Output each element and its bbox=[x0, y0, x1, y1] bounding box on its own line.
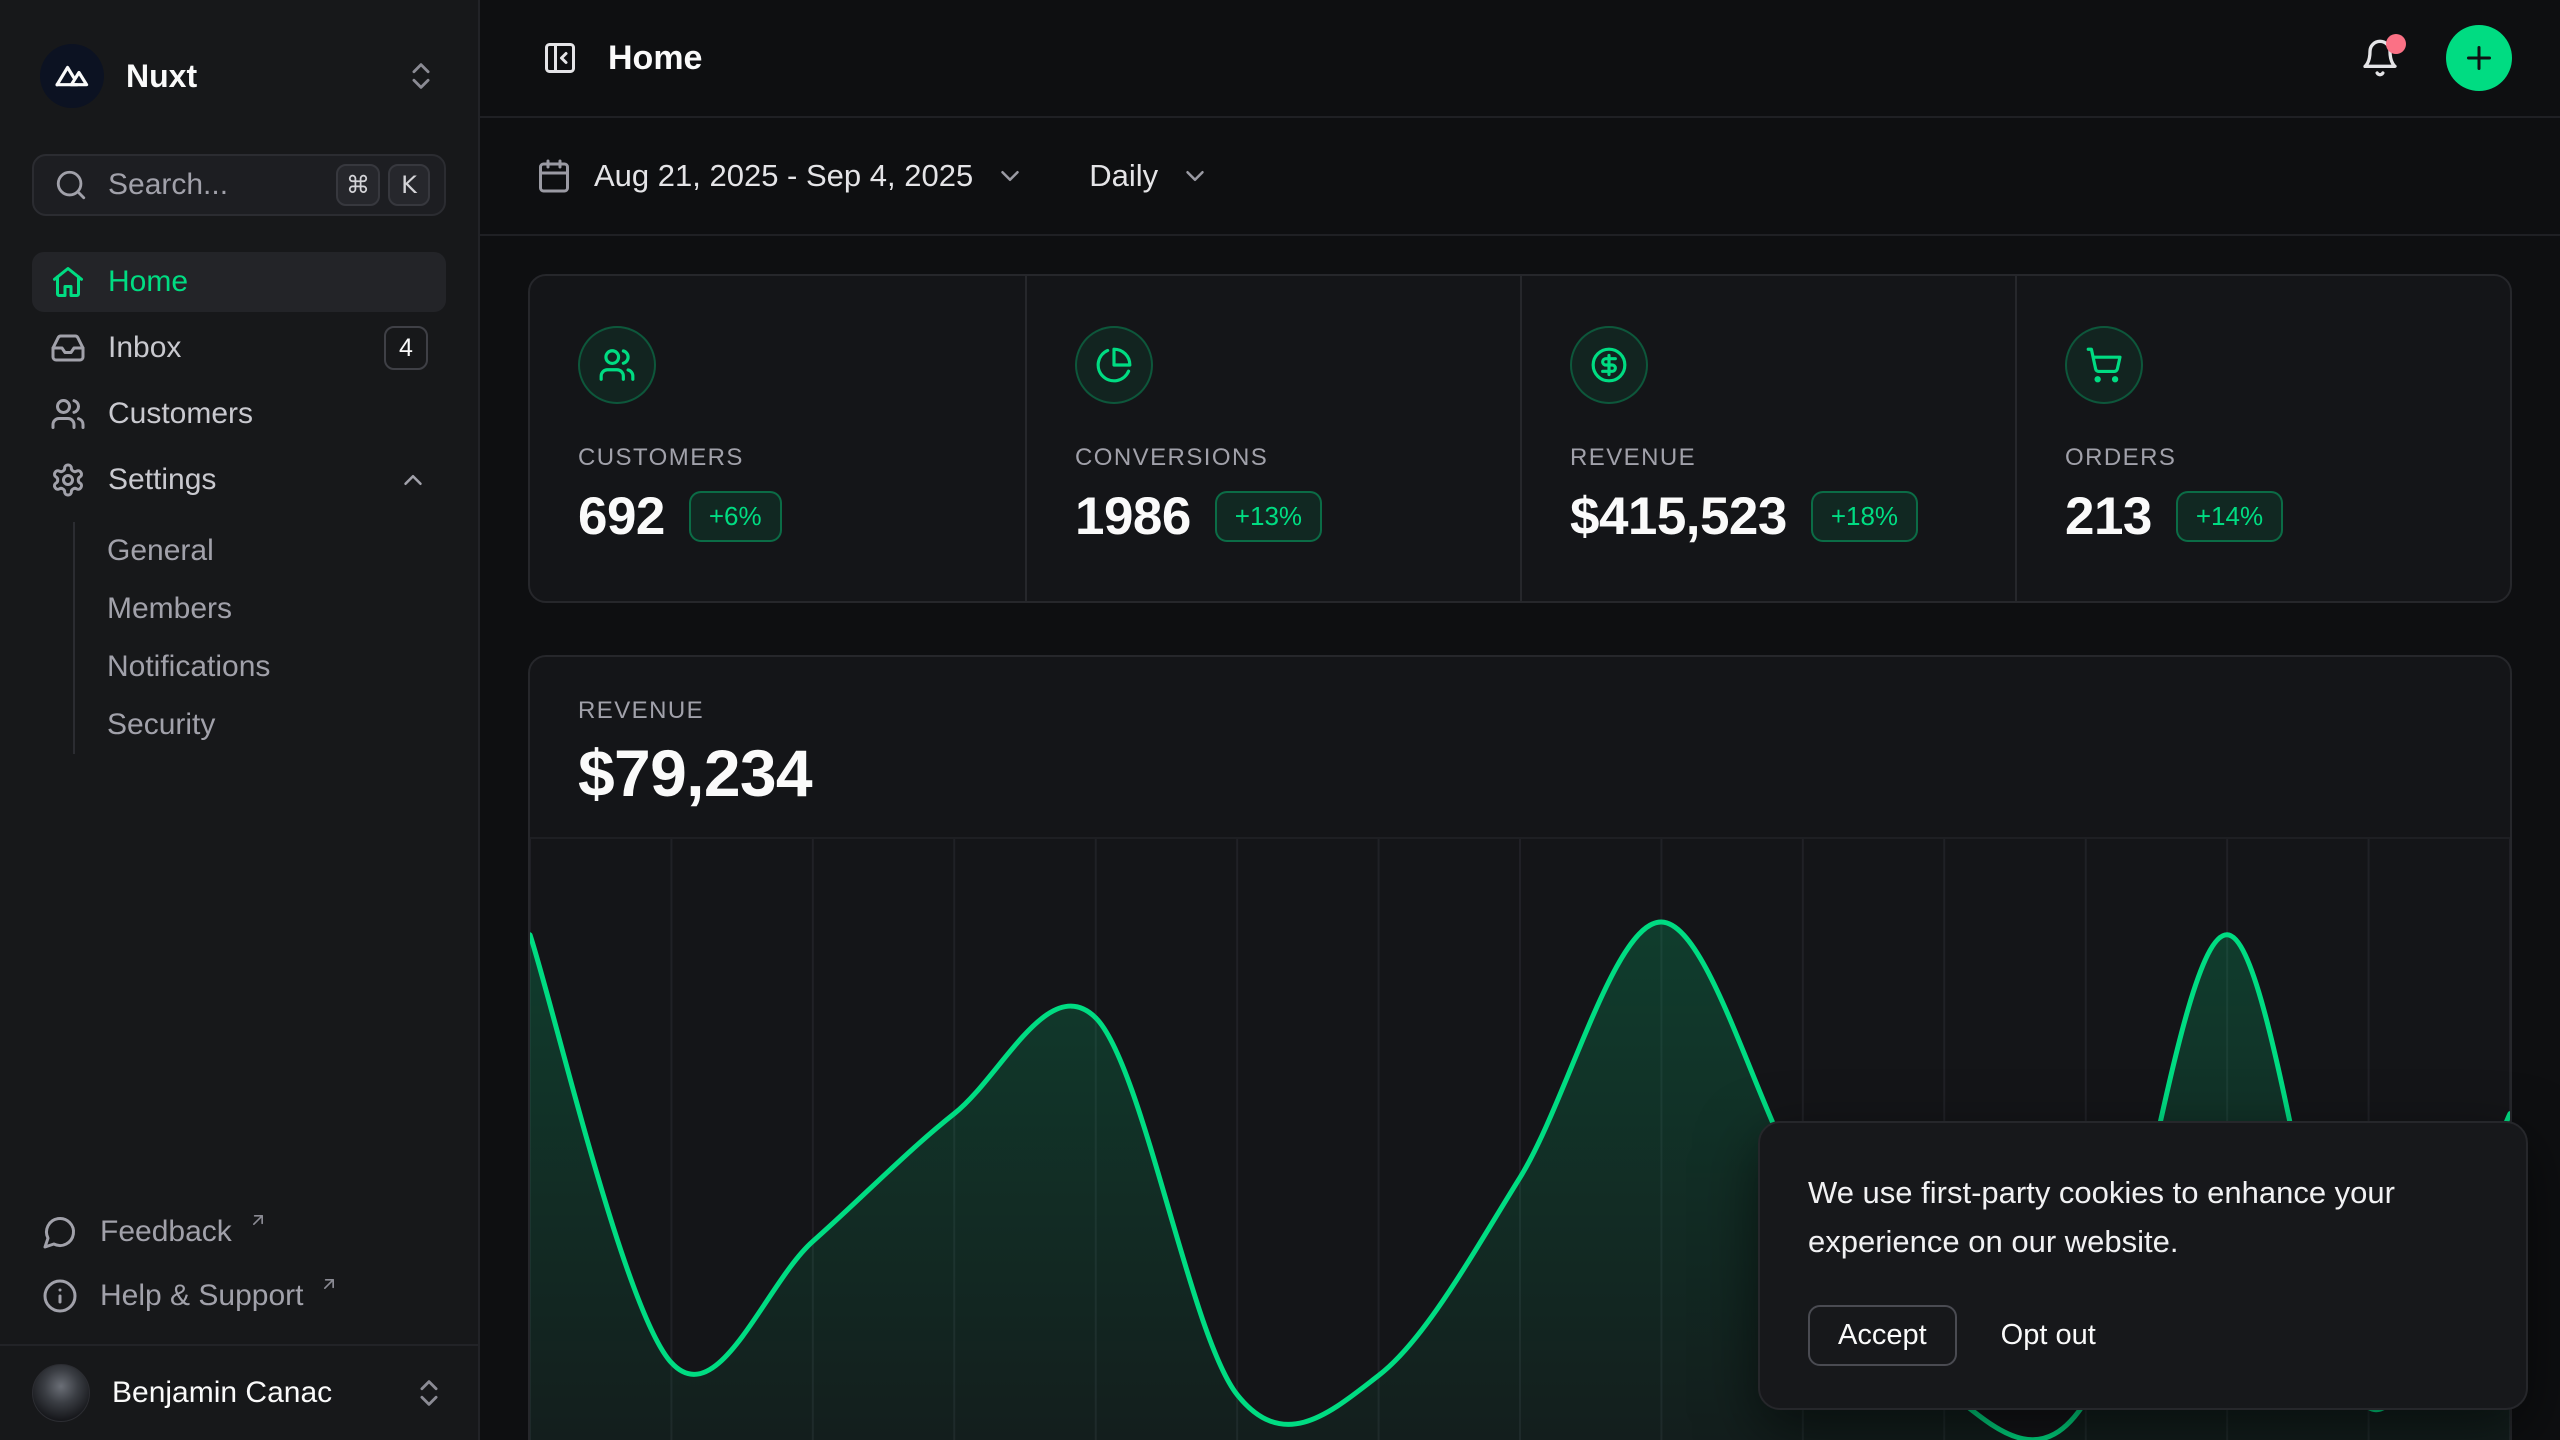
granularity-select[interactable]: Daily bbox=[1089, 158, 1210, 194]
inbox-count-badge: 4 bbox=[384, 326, 428, 370]
stat-card-customers: CUSTOMERS 692 +6% bbox=[530, 276, 1025, 601]
kbd-k: K bbox=[388, 164, 430, 206]
sidebar-item-label: Home bbox=[108, 265, 188, 299]
filter-bar: Aug 21, 2025 - Sep 4, 2025 Daily bbox=[480, 118, 2560, 236]
chevrons-up-down-icon bbox=[404, 59, 438, 93]
granularity-value: Daily bbox=[1089, 158, 1158, 194]
stat-delta-badge: +6% bbox=[689, 491, 782, 542]
date-range-value: Aug 21, 2025 - Sep 4, 2025 bbox=[594, 158, 973, 194]
home-icon bbox=[50, 264, 86, 300]
workspace-name: Nuxt bbox=[126, 58, 197, 95]
stat-value: 1986 bbox=[1075, 486, 1191, 547]
sidebar-item-label: Settings bbox=[108, 463, 216, 497]
inbox-icon bbox=[50, 330, 86, 366]
sidebar-item-settings[interactable]: Settings bbox=[32, 450, 446, 510]
chevron-down-icon bbox=[1180, 161, 1210, 191]
info-circle-icon bbox=[42, 1278, 78, 1314]
search-input[interactable]: Search... ⌘ K bbox=[32, 154, 446, 216]
revenue-panel-value: $79,234 bbox=[578, 735, 2462, 811]
users-icon bbox=[578, 326, 656, 404]
workspace-switcher[interactable]: Nuxt bbox=[32, 40, 446, 112]
dollar-circle-icon bbox=[1570, 326, 1648, 404]
pie-chart-icon bbox=[1075, 326, 1153, 404]
external-link-icon bbox=[248, 1210, 268, 1230]
opt-out-button[interactable]: Opt out bbox=[2001, 1319, 2096, 1352]
sidebar-item-customers[interactable]: Customers bbox=[32, 384, 446, 444]
help-support-label: Help & Support bbox=[100, 1279, 303, 1313]
stat-label: REVENUE bbox=[1570, 444, 1967, 472]
topbar: Home bbox=[480, 0, 2560, 118]
message-circle-icon bbox=[42, 1214, 78, 1250]
settings-subnav: General Members Notifications Security bbox=[73, 522, 446, 754]
chevron-down-icon bbox=[995, 161, 1025, 191]
cookie-message: We use first-party cookies to enhance yo… bbox=[1808, 1169, 2478, 1267]
user-name: Benjamin Canac bbox=[112, 1376, 332, 1410]
stat-card-revenue: REVENUE $415,523 +18% bbox=[1520, 276, 2015, 601]
stat-label: ORDERS bbox=[2065, 444, 2462, 472]
sidebar-item-members[interactable]: Members bbox=[75, 580, 446, 638]
shopping-cart-icon bbox=[2065, 326, 2143, 404]
sidebar-nav: Home Inbox 4 Customers Settings bbox=[32, 252, 446, 754]
sidebar-item-label: Customers bbox=[108, 397, 253, 431]
search-shortcut: ⌘ K bbox=[336, 164, 430, 206]
avatar bbox=[32, 1364, 90, 1422]
add-button[interactable] bbox=[2446, 25, 2512, 91]
cookie-banner: We use first-party cookies to enhance yo… bbox=[1758, 1121, 2528, 1410]
cookie-actions: Accept Opt out bbox=[1808, 1305, 2478, 1366]
chevrons-up-down-icon bbox=[412, 1376, 446, 1410]
kbd-cmd: ⌘ bbox=[336, 164, 380, 206]
stat-delta-badge: +14% bbox=[2176, 491, 2283, 542]
page-title: Home bbox=[608, 39, 702, 78]
date-range-picker[interactable]: Aug 21, 2025 - Sep 4, 2025 bbox=[536, 158, 1025, 194]
gear-icon bbox=[50, 462, 86, 498]
sidebar-item-security[interactable]: Security bbox=[75, 696, 446, 754]
stat-delta-badge: +13% bbox=[1215, 491, 1322, 542]
notifications-button[interactable] bbox=[2354, 32, 2406, 84]
sidebar-footer: Feedback Help & Support bbox=[32, 1202, 446, 1344]
help-support-link[interactable]: Help & Support bbox=[32, 1266, 446, 1326]
search-icon bbox=[54, 168, 88, 202]
sidebar-item-inbox[interactable]: Inbox 4 bbox=[32, 318, 446, 378]
stat-delta-badge: +18% bbox=[1811, 491, 1918, 542]
stat-value: $415,523 bbox=[1570, 486, 1787, 547]
stat-label: CUSTOMERS bbox=[578, 444, 977, 472]
nuxt-logo-icon bbox=[40, 44, 104, 108]
sidebar-collapse-button[interactable] bbox=[536, 34, 584, 82]
feedback-link[interactable]: Feedback bbox=[32, 1202, 446, 1262]
stat-card-conversions: CONVERSIONS 1986 +13% bbox=[1025, 276, 1520, 601]
accept-button[interactable]: Accept bbox=[1808, 1305, 1957, 1366]
revenue-panel-header: REVENUE $79,234 bbox=[530, 657, 2510, 837]
stat-label: CONVERSIONS bbox=[1075, 444, 1472, 472]
sidebar: Nuxt Search... ⌘ K Home bbox=[0, 0, 480, 1440]
stat-value: 213 bbox=[2065, 486, 2152, 547]
sidebar-item-label: Inbox bbox=[108, 331, 181, 365]
search-placeholder: Search... bbox=[108, 168, 228, 202]
sidebar-spacer bbox=[32, 754, 446, 1202]
chevron-up-icon bbox=[398, 465, 428, 495]
stats-row: CUSTOMERS 692 +6% CONVERSIONS 1986 +13% bbox=[528, 274, 2512, 603]
sidebar-item-home[interactable]: Home bbox=[32, 252, 446, 312]
calendar-icon bbox=[536, 158, 572, 194]
feedback-label: Feedback bbox=[100, 1215, 232, 1249]
sidebar-item-notifications[interactable]: Notifications bbox=[75, 638, 446, 696]
topbar-actions bbox=[2354, 25, 2512, 91]
stat-card-orders: ORDERS 213 +14% bbox=[2015, 276, 2510, 601]
users-icon bbox=[50, 396, 86, 432]
notification-dot bbox=[2386, 34, 2406, 54]
revenue-panel-label: REVENUE bbox=[578, 697, 2462, 725]
stat-value: 692 bbox=[578, 486, 665, 547]
external-link-icon bbox=[319, 1274, 339, 1294]
app-root: Nuxt Search... ⌘ K Home bbox=[0, 0, 2560, 1440]
sidebar-item-general[interactable]: General bbox=[75, 522, 446, 580]
user-menu[interactable]: Benjamin Canac bbox=[0, 1344, 478, 1440]
